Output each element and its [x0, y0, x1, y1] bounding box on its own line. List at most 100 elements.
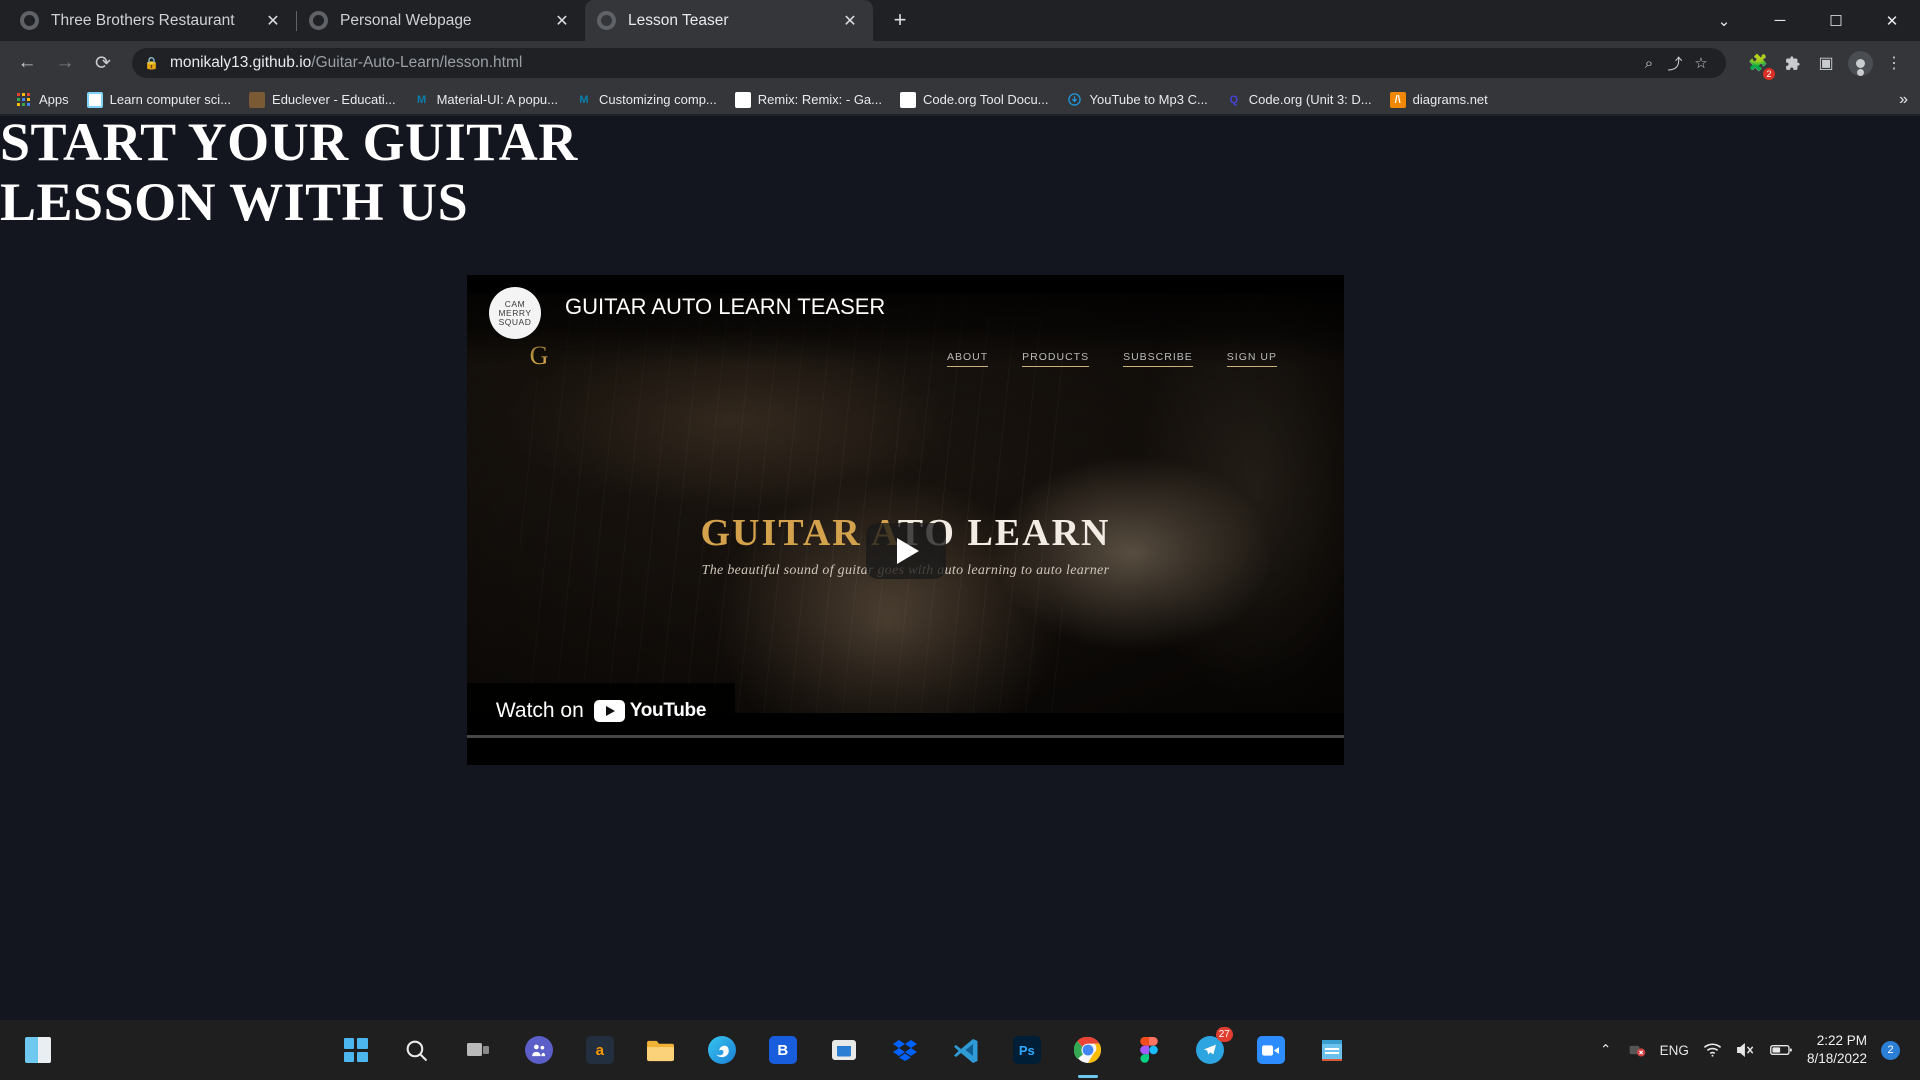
battery-icon[interactable]	[1770, 1043, 1793, 1057]
tab-close-icon[interactable]: ✕	[839, 10, 861, 32]
volume-muted-icon[interactable]	[1736, 1042, 1756, 1058]
share-icon[interactable]: ⤴	[1662, 50, 1688, 76]
extensions-puzzle-icon[interactable]	[1776, 47, 1808, 79]
bookmark-label: Code.org (Unit 3: D...	[1248, 92, 1372, 107]
taskbar-clock[interactable]: 2:22 PM 8/18/2022	[1807, 1032, 1867, 1068]
bookmark-codeorg-unit3[interactable]: Q Code.org (Unit 3: D...	[1218, 88, 1380, 112]
bookmark-learn-computer-sci[interactable]: Learn computer sci...	[79, 88, 239, 112]
new-tab-button[interactable]: +	[883, 3, 917, 37]
minimize-icon[interactable]: ─	[1752, 0, 1808, 41]
dark-grid-icon	[734, 91, 751, 108]
download-glyph	[1068, 93, 1081, 106]
bookmark-apps[interactable]: Apps	[8, 88, 77, 112]
task-view-icon	[466, 1043, 489, 1056]
bookmark-label: diagrams.net	[1412, 92, 1488, 107]
play-icon	[897, 538, 919, 564]
bookmark-material-ui[interactable]: M Material-UI: A popu...	[406, 88, 566, 112]
photoshop-app[interactable]: Ps	[1006, 1029, 1048, 1071]
figma-icon	[1140, 1037, 1158, 1063]
tab-close-icon[interactable]: ✕	[551, 10, 573, 32]
download-icon	[1067, 92, 1083, 108]
tab-close-icon[interactable]: ✕	[262, 10, 284, 32]
bookmark-label: Learn computer sci...	[109, 92, 232, 107]
bookmark-diagrams-net[interactable]: /\ diagrams.net	[1382, 88, 1496, 112]
video-title[interactable]: GUITAR AUTO LEARN TEASER	[565, 294, 885, 320]
wifi-icon[interactable]	[1703, 1042, 1722, 1058]
video-progress-bar[interactable]	[467, 735, 1344, 738]
watch-on-youtube-button[interactable]: Watch on YouTube	[467, 683, 735, 738]
folder-icon	[647, 1040, 675, 1061]
bookmark-codeorg-tool-docs[interactable]: Code.org Tool Docu...	[892, 88, 1057, 112]
expand-icon[interactable]: ⌄	[1696, 0, 1752, 41]
clock-time: 2:22 PM	[1816, 1033, 1867, 1048]
browser-menu-icon[interactable]: ⋮	[1878, 47, 1910, 79]
close-window-icon[interactable]: ✕	[1864, 0, 1920, 41]
browser-toolbar: ← → ⟳ 🔒 monikaly13.github.io /Guitar-Aut…	[0, 41, 1920, 85]
file-explorer-app[interactable]	[640, 1029, 682, 1071]
dropbox-app[interactable]	[884, 1029, 926, 1071]
bookmark-educlever[interactable]: Educlever - Educati...	[241, 88, 404, 112]
tab-personal-webpage[interactable]: Personal Webpage ✕	[297, 0, 585, 41]
page-title-line-2: LESSON WITH US	[0, 172, 469, 232]
zoom-app[interactable]	[1250, 1029, 1292, 1071]
material-ui-icon: M	[579, 93, 589, 106]
mic-muted-glyph	[1629, 1045, 1645, 1057]
back-icon[interactable]: ←	[10, 46, 44, 80]
notification-badge[interactable]: 2	[1881, 1040, 1900, 1060]
task-view-button[interactable]	[457, 1029, 499, 1071]
tab-title: Personal Webpage	[340, 11, 472, 29]
bitwarden-app[interactable]: B	[762, 1029, 804, 1071]
address-bar[interactable]: 🔒 monikaly13.github.io /Guitar-Auto-Lear…	[132, 48, 1726, 78]
widget-right-pane	[38, 1037, 51, 1063]
start-button[interactable]	[335, 1029, 377, 1071]
teams-glyph	[532, 1044, 546, 1056]
teams-app[interactable]	[518, 1029, 560, 1071]
amazon-app[interactable]: a	[579, 1029, 621, 1071]
calendar-app[interactable]	[1311, 1029, 1353, 1071]
avatar	[1847, 50, 1873, 76]
figma-app[interactable]	[1128, 1029, 1170, 1071]
photoshop-icon: Ps	[1012, 1036, 1041, 1064]
channel-avatar[interactable]: CAM MERRY SQUAD	[489, 287, 541, 339]
microsoft-store-app[interactable]	[823, 1029, 865, 1071]
vscode-app[interactable]	[945, 1029, 987, 1071]
zoom-glyph	[1262, 1044, 1280, 1056]
bookmarks-overflow-icon[interactable]: »	[1899, 91, 1912, 109]
bookmark-star-icon[interactable]: ☆	[1688, 50, 1714, 76]
window-controls: ⌄ ─ ☐ ✕	[1696, 0, 1920, 41]
chrome-icon	[1073, 1036, 1101, 1063]
bookmark-label: Material-UI: A popu...	[436, 92, 558, 107]
youtube-logo: YouTube	[593, 699, 706, 722]
side-panel-icon[interactable]: ▣	[1810, 47, 1842, 79]
bookmark-remix[interactable]: Remix: Remix: - Ga...	[727, 88, 890, 112]
play-button[interactable]	[865, 523, 946, 579]
bookmark-customizing-components[interactable]: M Customizing comp...	[568, 88, 725, 112]
zoom-icon	[1256, 1036, 1285, 1064]
windows-logo-icon	[343, 1038, 368, 1062]
mic-muted-icon[interactable]	[1628, 1042, 1646, 1058]
lock-icon: 🔒	[144, 56, 159, 70]
bookmark-label: Code.org Tool Docu...	[923, 92, 1049, 107]
tab-three-brothers-restaurant[interactable]: Three Brothers Restaurant ✕	[8, 0, 296, 41]
wifi-glyph	[1703, 1043, 1722, 1057]
url-path: /Guitar-Auto-Learn/lesson.html	[311, 54, 523, 71]
battery-glyph	[1770, 1045, 1792, 1055]
edge-app[interactable]	[701, 1029, 743, 1071]
weather-widget-icon[interactable]	[20, 1034, 56, 1066]
tab-lesson-teaser[interactable]: Lesson Teaser ✕	[585, 0, 873, 41]
extension-colored-icon[interactable]: 🧩 2	[1742, 47, 1775, 80]
language-indicator[interactable]: ENG	[1660, 1043, 1689, 1058]
search-button[interactable]	[396, 1029, 438, 1071]
telegram-app[interactable]: 27	[1189, 1027, 1233, 1071]
tray-chevron-icon[interactable]: ⌃	[1598, 1042, 1614, 1058]
maximize-icon[interactable]: ☐	[1808, 0, 1864, 41]
forward-icon[interactable]: →	[48, 46, 82, 80]
profile-avatar[interactable]	[1844, 47, 1876, 79]
calendar-icon	[1321, 1040, 1342, 1061]
reload-icon[interactable]: ⟳	[86, 46, 120, 80]
page-title: START YOUR GUITAR LESSON WITH US	[0, 116, 1920, 232]
youtube-embed[interactable]: G ABOUT PRODUCTS SUBSCRIBE SIGN UP GUITA…	[467, 275, 1344, 765]
chrome-app[interactable]	[1067, 1029, 1109, 1071]
bookmark-youtube-to-mp3[interactable]: YouTube to Mp3 C...	[1059, 88, 1216, 112]
zoom-icon[interactable]: ⌕	[1636, 50, 1662, 76]
